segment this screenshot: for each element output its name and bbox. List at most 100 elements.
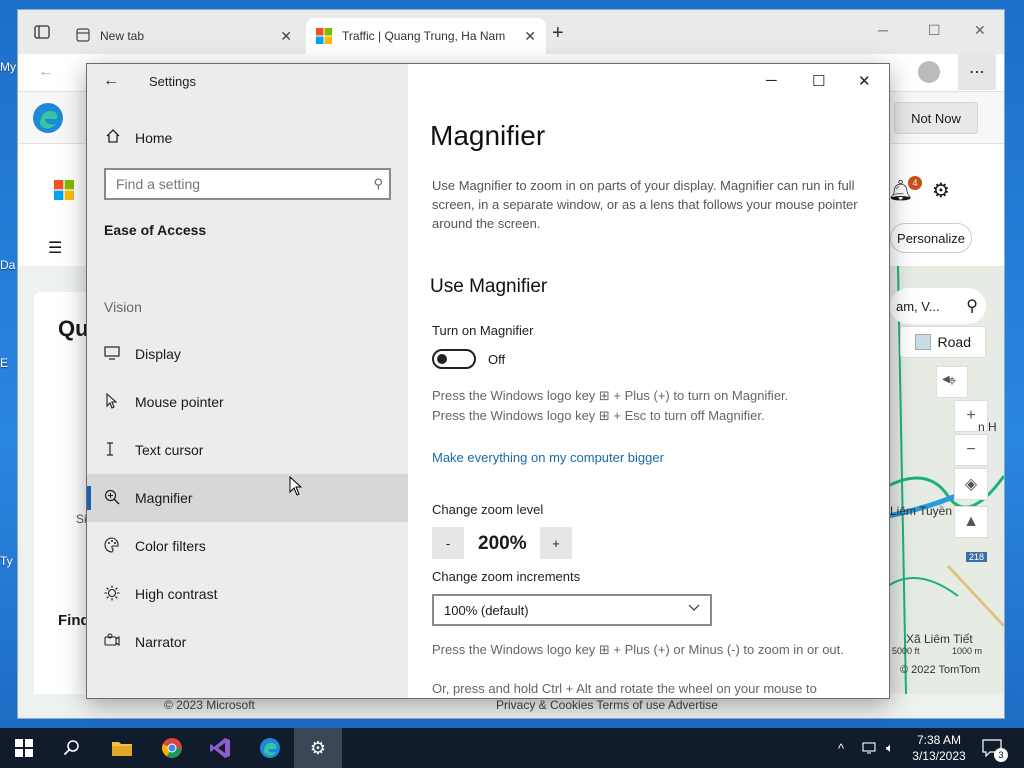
desktop-icon-label[interactable]: E bbox=[0, 356, 8, 370]
close-tab-icon[interactable]: ✕ bbox=[280, 28, 292, 45]
map-scale-ft: 5000 ft bbox=[892, 646, 920, 656]
edge-logo-icon bbox=[32, 102, 64, 134]
sidebar-item-label: Display bbox=[135, 346, 181, 362]
network-icon[interactable] bbox=[862, 728, 878, 768]
maximize-icon[interactable]: ☐ bbox=[812, 72, 825, 90]
display-icon bbox=[87, 345, 135, 363]
tab-strip: New tab ✕ Traffic | Quang Trung, Ha Nam … bbox=[18, 10, 1004, 54]
chevron-down-icon bbox=[688, 601, 700, 615]
zoom-level-value: 200% bbox=[478, 533, 527, 554]
sidebar-item-mouse-pointer[interactable]: Mouse pointer bbox=[87, 378, 408, 426]
new-tab-button[interactable]: + bbox=[552, 22, 564, 45]
zoom-plus-button[interactable]: + bbox=[540, 527, 572, 559]
search-icon: ⚲ bbox=[373, 176, 383, 191]
map-road-button[interactable]: Road bbox=[900, 326, 986, 358]
use-magnifier-heading: Use Magnifier bbox=[430, 276, 548, 297]
settings-window: ← Settings Home Find a setting ⚲ Ease of… bbox=[87, 64, 889, 698]
tab-actions-icon[interactable] bbox=[34, 24, 50, 43]
profile-avatar[interactable] bbox=[918, 61, 940, 83]
new-tab-icon bbox=[76, 27, 90, 45]
sidebar-item-narrator[interactable]: Narrator bbox=[87, 618, 408, 666]
sidebar-item-magnifier[interactable]: Magnifier bbox=[87, 474, 408, 522]
tilt-icon[interactable]: ▲ bbox=[954, 506, 988, 538]
tab-label: Traffic | Quang Trung, Ha Nam bbox=[342, 29, 506, 43]
magnifier-icon bbox=[87, 489, 135, 508]
road-label: Road bbox=[937, 334, 971, 350]
close-icon[interactable]: ✕ bbox=[974, 22, 986, 39]
page-description: Use Magnifier to zoom in on parts of you… bbox=[432, 178, 858, 231]
personalize-button[interactable]: Personalize bbox=[890, 223, 972, 253]
system-clock[interactable]: 7:38 AM 3/13/2023 bbox=[906, 732, 972, 764]
compass-icon[interactable]: ◈ bbox=[954, 468, 988, 500]
text-cursor-icon bbox=[87, 441, 135, 460]
desktop-icon-label[interactable]: Da bbox=[0, 258, 15, 272]
settings-sidebar: ← Settings Home Find a setting ⚲ Ease of… bbox=[87, 64, 408, 698]
map-search-field[interactable]: am, V... ⚲ bbox=[890, 288, 986, 324]
settings-gear-icon[interactable]: ⚙ bbox=[932, 178, 950, 203]
map-place-label: Xã Liêm Tiết bbox=[906, 632, 973, 646]
make-bigger-link[interactable]: Make everything on my computer bigger bbox=[432, 450, 664, 465]
map-style-icon bbox=[915, 334, 931, 350]
minimize-icon[interactable]: ─ bbox=[766, 72, 777, 89]
chrome-icon[interactable] bbox=[148, 728, 196, 768]
sidebar-item-display[interactable]: Display bbox=[87, 330, 408, 378]
zoom-increments-dropdown[interactable]: 100% (default) bbox=[432, 594, 712, 626]
search-placeholder: Find a setting bbox=[116, 176, 201, 192]
back-icon[interactable]: ← bbox=[38, 63, 54, 81]
sidebar-item-text-cursor[interactable]: Text cursor bbox=[87, 426, 408, 474]
narrator-icon bbox=[87, 633, 135, 652]
zoom-minus-button[interactable]: - bbox=[432, 527, 464, 559]
sidebar-item-label: Text cursor bbox=[135, 442, 204, 458]
home-label: Home bbox=[135, 129, 173, 146]
more-options-icon[interactable]: ⋯ bbox=[958, 54, 996, 90]
file-explorer-icon[interactable] bbox=[98, 728, 146, 768]
desktop-icon-label[interactable]: My bbox=[0, 60, 16, 74]
show-hidden-icons-icon[interactable]: ^ bbox=[838, 728, 844, 768]
mouse-cursor-icon bbox=[289, 475, 303, 501]
desktop-icon-label[interactable]: Ty bbox=[0, 554, 13, 568]
start-button[interactable] bbox=[0, 728, 48, 768]
search-icon[interactable]: ⚲ bbox=[966, 296, 978, 316]
footer-links[interactable]: Privacy & Cookies Terms of use Advertise bbox=[496, 698, 718, 712]
toggle-knob bbox=[437, 354, 447, 364]
find-setting-input[interactable]: Find a setting ⚲ bbox=[104, 168, 391, 200]
sidebar-item-label: Narrator bbox=[135, 634, 187, 650]
toggle-state: Off bbox=[488, 352, 506, 367]
settings-gear-icon[interactable]: ⚙ bbox=[294, 728, 342, 768]
sidebar-item-label: Magnifier bbox=[135, 490, 193, 506]
tab-traffic[interactable]: Traffic | Quang Trung, Ha Nam ✕ bbox=[306, 18, 546, 54]
sidebar-item-color-filters[interactable]: Color filters bbox=[87, 522, 408, 570]
sidebar-item-high-contrast[interactable]: High contrast bbox=[87, 570, 408, 618]
collapse-arrow-icon[interactable]: ◀ bbox=[942, 374, 950, 385]
microsoft-logo-icon bbox=[316, 28, 332, 44]
sidebar-item-label: Mouse pointer bbox=[135, 394, 224, 410]
map-search-text: am, V... bbox=[896, 298, 940, 314]
sidebar-item-label: Color filters bbox=[135, 538, 206, 554]
page-title: Magnifier bbox=[430, 120, 546, 151]
not-now-button[interactable]: Not Now bbox=[894, 102, 978, 134]
visual-studio-icon[interactable] bbox=[196, 728, 244, 768]
hint-turn-on: Press the Windows logo key ⊞ + Plus (+) … bbox=[432, 388, 789, 403]
close-tab-icon[interactable]: ✕ bbox=[524, 28, 536, 45]
notification-count-badge: 3 bbox=[994, 748, 1008, 762]
sidebar-item-label: High contrast bbox=[135, 586, 218, 602]
locate-me-icon[interactable]: ⌖ bbox=[936, 366, 968, 398]
maximize-icon[interactable]: ☐ bbox=[928, 22, 941, 39]
map-place-label: Liêm Tuyền bbox=[890, 504, 953, 518]
mouse-pointer-icon bbox=[87, 392, 135, 412]
minimize-icon[interactable]: ─ bbox=[878, 22, 888, 38]
search-icon[interactable] bbox=[48, 728, 96, 768]
section-title: Ease of Access bbox=[104, 222, 207, 238]
magnifier-toggle[interactable] bbox=[432, 349, 476, 369]
edge-icon[interactable] bbox=[246, 728, 294, 768]
back-arrow-icon[interactable]: ← bbox=[103, 72, 123, 92]
hamburger-menu-icon[interactable]: ☰ bbox=[48, 238, 62, 258]
nav-home[interactable]: Home bbox=[105, 128, 172, 147]
app-title: Settings bbox=[149, 74, 196, 89]
zoom-out-icon[interactable]: − bbox=[954, 434, 988, 466]
close-icon[interactable]: ✕ bbox=[858, 72, 871, 90]
clock-date: 3/13/2023 bbox=[912, 749, 966, 763]
volume-icon[interactable]: 🔈︎ bbox=[886, 728, 894, 768]
road-shield-badge: 218 bbox=[966, 552, 988, 562]
tab-new-tab[interactable]: New tab ✕ bbox=[66, 18, 302, 54]
